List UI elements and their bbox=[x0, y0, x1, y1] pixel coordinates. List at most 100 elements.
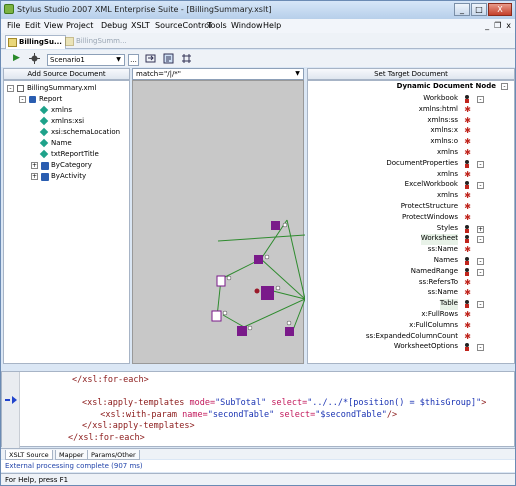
target-tree-item[interactable]: xmlns bbox=[437, 170, 458, 181]
collapse-icon[interactable]: - bbox=[477, 301, 484, 309]
target-tree-item[interactable]: x:FullColumns bbox=[409, 321, 458, 332]
attribute-star-icon: ✱ bbox=[464, 320, 471, 330]
import-icon[interactable] bbox=[145, 53, 156, 64]
document-tab-bar: BillingSu... BillingSumm... bbox=[1, 33, 515, 49]
code-token: "SubTotal" bbox=[215, 398, 272, 408]
target-tree-item[interactable]: xmlns:o bbox=[430, 137, 458, 148]
attribute-star-icon: ✱ bbox=[464, 331, 471, 341]
target-tree-item[interactable]: ss:Name bbox=[428, 288, 458, 299]
tree-item-label: xmlns:xsi bbox=[51, 117, 85, 125]
target-tree-item[interactable]: Table bbox=[439, 299, 458, 311]
scenario-select[interactable]: Scenario1 ▼ bbox=[47, 54, 125, 66]
menu-sourcecontrol[interactable]: SourceControl bbox=[155, 21, 211, 30]
code-line: </xsl:for-each> bbox=[72, 375, 149, 385]
collapse-icon[interactable]: - bbox=[477, 258, 484, 265]
export-icon[interactable] bbox=[163, 53, 174, 64]
minimize-button[interactable]: _ bbox=[454, 3, 470, 16]
scenario-value: Scenario1 bbox=[50, 56, 85, 64]
tab-mapper[interactable]: Mapper bbox=[55, 450, 88, 460]
target-tree-pane: Dynamic Document Node - Workbook - xmlns:h… bbox=[307, 80, 515, 364]
mdi-minimize-button[interactable]: _ bbox=[485, 21, 489, 30]
set-target-document-button[interactable]: Set Target Document bbox=[307, 68, 515, 80]
tab-params-other[interactable]: Params/Other bbox=[87, 450, 140, 460]
collapse-icon[interactable]: - bbox=[477, 182, 484, 190]
target-tree-item[interactable]: Worksheet bbox=[420, 234, 458, 246]
doc-tab-active[interactable]: BillingSu... bbox=[5, 35, 66, 49]
target-tree-item[interactable]: xmlns:ss bbox=[427, 116, 458, 127]
collapse-icon[interactable]: - bbox=[501, 83, 508, 90]
run-icon[interactable]: ▶ bbox=[11, 53, 22, 64]
target-tree-item[interactable]: ss:RefersTo bbox=[419, 278, 458, 289]
doc-tab-inactive[interactable]: BillingSumm... bbox=[63, 35, 130, 49]
grid-icon[interactable] bbox=[181, 53, 192, 64]
template-node[interactable] bbox=[237, 325, 253, 336]
menu-file[interactable]: File bbox=[7, 21, 20, 30]
element-icon bbox=[464, 235, 470, 244]
template-node[interactable] bbox=[285, 320, 294, 336]
target-tree-item[interactable]: Names bbox=[434, 256, 458, 267]
menu-xslt[interactable]: XSLT bbox=[131, 21, 150, 30]
target-tree-item[interactable]: ProtectStructure bbox=[401, 202, 458, 213]
collapse-icon[interactable]: - bbox=[7, 85, 14, 92]
template-node[interactable] bbox=[216, 275, 232, 287]
target-root-node[interactable]: Dynamic Document Node bbox=[397, 82, 496, 93]
menu-window[interactable]: Window bbox=[231, 21, 263, 30]
target-tree-item[interactable]: Styles bbox=[437, 224, 458, 235]
element-group-icon bbox=[41, 162, 49, 170]
expand-icon[interactable]: + bbox=[31, 173, 38, 180]
mdi-close-button[interactable]: x bbox=[506, 21, 511, 30]
maximize-button[interactable]: □ bbox=[471, 3, 487, 16]
target-tree-item[interactable]: NamedRange bbox=[411, 267, 458, 278]
scenario-browse-button[interactable]: ... bbox=[128, 54, 139, 66]
add-source-document-button[interactable]: Add Source Document bbox=[3, 68, 130, 80]
template-node[interactable] bbox=[254, 285, 281, 300]
target-tree-item[interactable]: WorksheetOptions bbox=[394, 342, 458, 353]
target-tree-item[interactable]: DocumentProperties bbox=[386, 159, 458, 170]
target-tree-item[interactable]: xmlns bbox=[437, 191, 458, 202]
collapse-icon[interactable]: - bbox=[477, 160, 484, 168]
attribute-star-icon: ✱ bbox=[464, 202, 471, 211]
element-icon bbox=[29, 96, 36, 103]
target-tree-item[interactable]: ProtectWindows bbox=[402, 213, 458, 224]
mdi-restore-button[interactable]: ❐ bbox=[494, 21, 501, 30]
element-icon bbox=[464, 224, 470, 233]
collapse-icon[interactable]: - bbox=[477, 268, 484, 276]
xslt-source-editor[interactable]: </xsl:for-each> <xsl:apply-templates mode… bbox=[1, 371, 515, 448]
target-tree-item[interactable]: xmlns:html bbox=[419, 105, 458, 116]
template-node[interactable] bbox=[254, 254, 270, 264]
menu-debug[interactable]: Debug bbox=[101, 21, 127, 30]
expand-icon[interactable]: + bbox=[31, 162, 38, 169]
collapse-icon[interactable]: - bbox=[477, 236, 484, 244]
output-message: External processing complete (907 ms) bbox=[1, 460, 515, 472]
collapse-icon[interactable]: - bbox=[477, 344, 484, 352]
target-tree-item[interactable]: Workbook bbox=[423, 94, 458, 105]
menu-edit[interactable]: Edit bbox=[25, 21, 41, 30]
collapse-icon[interactable]: - bbox=[19, 96, 26, 103]
expand-icon[interactable]: + bbox=[477, 225, 484, 233]
code-token: mode= bbox=[189, 398, 216, 408]
view-tab-bar: XSLT Source Mapper Params/Other bbox=[1, 448, 515, 460]
collapse-icon[interactable]: - bbox=[477, 96, 484, 103]
debug-icon[interactable] bbox=[29, 53, 40, 64]
tab-xslt-source[interactable]: XSLT Source bbox=[5, 450, 53, 460]
target-tree-item[interactable]: ExcelWorkbook bbox=[405, 180, 458, 191]
target-tree-item[interactable]: ss:ExpandedColumnCount bbox=[366, 332, 458, 343]
element-icon bbox=[464, 95, 470, 103]
doc-tab-label: BillingSumm... bbox=[76, 37, 127, 45]
attribute-star-icon: ✱ bbox=[464, 115, 471, 125]
target-tree-item[interactable]: x:FullRows bbox=[421, 310, 458, 321]
menu-tools[interactable]: Tools bbox=[207, 21, 227, 30]
target-tree-item[interactable]: xmlns bbox=[437, 148, 458, 159]
xslt-file-icon bbox=[8, 38, 17, 47]
code-token: select= bbox=[279, 409, 316, 420]
match-select[interactable]: match="/|/*" ▼ bbox=[132, 68, 304, 80]
menu-view[interactable]: View bbox=[44, 21, 63, 30]
template-node[interactable] bbox=[271, 221, 288, 230]
menu-help[interactable]: Help bbox=[263, 21, 281, 30]
menu-project[interactable]: Project bbox=[66, 21, 93, 30]
code-token: "$secondTable" bbox=[315, 409, 387, 420]
close-button[interactable]: X bbox=[488, 3, 512, 16]
target-tree-item[interactable]: xmlns:x bbox=[431, 126, 459, 137]
mapper-canvas[interactable] bbox=[132, 80, 306, 364]
target-tree-item[interactable]: ss:Name bbox=[428, 245, 458, 256]
